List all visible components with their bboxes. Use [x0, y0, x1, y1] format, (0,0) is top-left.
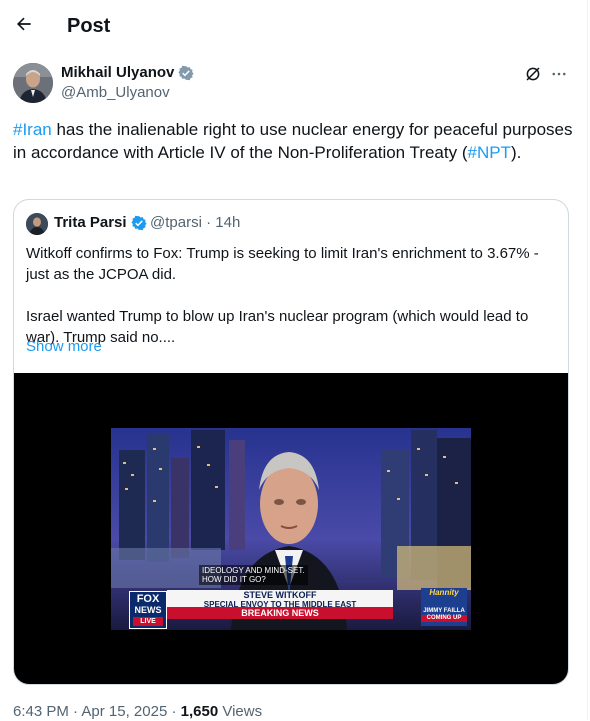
back-arrow-icon[interactable] [10, 10, 38, 38]
post-date[interactable]: Apr 15, 2025 [81, 703, 167, 720]
page-title: Post [67, 15, 111, 37]
author-name-text: Mikhail Ulyanov [61, 64, 175, 81]
quoted-author-avatar [26, 213, 48, 235]
tweet-timestamp: 6:43 PM · Apr 15, 2025 · 1,650 Views [13, 703, 262, 721]
quoted-text: Witkoff confirms to Fox: Trump is seekin… [26, 243, 556, 348]
quoted-tweet-card[interactable]: Trita Parsi @tparsi · 14h Witkoff confir… [13, 199, 569, 685]
lower-third-banner: FOX NEWS LIVE STEVE WITKOFF SPECIAL ENVO… [111, 586, 471, 630]
fox-news-logo: FOX NEWS LIVE [129, 591, 167, 629]
meta-separator: · [206, 214, 212, 231]
quoted-paragraph: Witkoff confirms to Fox: Trump is seekin… [26, 245, 539, 283]
breaking-news-banner: BREAKING NEWS [167, 607, 393, 619]
meta-separator: · [73, 703, 79, 720]
views-count: 1,650 [180, 703, 219, 720]
quoted-author-handle: @tparsi [150, 214, 202, 231]
hashtag-iran-link[interactable]: #Iran [13, 120, 52, 139]
video-caption: IDEOLOGY AND MIND-SET. HOW DID IT GO? [199, 565, 308, 585]
logo-line: FOX [136, 593, 160, 605]
show-title: Hannity [429, 588, 459, 597]
views-label: Views [222, 703, 263, 720]
coming-up-tile: Hannity JIMMY FAILLA COMING UP [421, 588, 467, 626]
name-banner: STEVE WITKOFF SPECIAL ENVOY TO THE MIDDL… [167, 590, 393, 609]
author-avatar[interactable] [13, 63, 53, 103]
verified-badge-icon [178, 65, 194, 81]
more-icon[interactable] [548, 63, 570, 85]
show-status: COMING UP [421, 615, 467, 622]
author-name[interactable]: Mikhail Ulyanov [61, 64, 194, 82]
grok-icon[interactable] [522, 63, 544, 85]
quoted-author-name: Trita Parsi [54, 214, 147, 232]
page-header: Post [0, 0, 587, 52]
tweet-text: #Iran has the inalienable right to use n… [13, 118, 573, 164]
logo-line: LIVE [133, 617, 163, 626]
verified-badge-icon [130, 215, 147, 231]
quoted-author-name-text: Trita Parsi [54, 214, 127, 231]
quoted-paragraph: Israel wanted Trump to blow up Iran's nu… [26, 308, 529, 346]
quoted-meta: @tparsi · 14h [150, 214, 240, 232]
video-frame: IDEOLOGY AND MIND-SET. HOW DID IT GO? FO… [111, 428, 471, 630]
banner-name: STEVE WITKOFF [243, 590, 317, 600]
author-handle[interactable]: @Amb_Ulyanov [61, 84, 170, 102]
column-divider [587, 0, 588, 720]
meta-separator: · [171, 703, 177, 720]
quoted-time: 14h [215, 214, 241, 231]
show-guest: JIMMY FAILLA [423, 608, 465, 614]
logo-line: NEWS [134, 605, 162, 615]
post-time[interactable]: 6:43 PM [13, 703, 69, 720]
hashtag-npt-link[interactable]: #NPT [467, 143, 510, 162]
tweet-text-part: ). [510, 143, 522, 162]
show-more-link[interactable]: Show more [26, 338, 102, 356]
video-player[interactable]: IDEOLOGY AND MIND-SET. HOW DID IT GO? FO… [14, 373, 568, 684]
